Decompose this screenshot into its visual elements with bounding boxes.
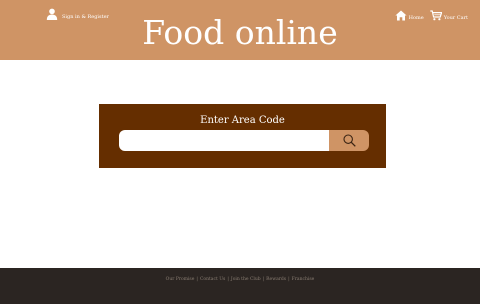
home-label: Home xyxy=(408,14,424,21)
cart-label: Your Cart xyxy=(443,14,468,21)
footer-link-our-promise[interactable]: Our Promise xyxy=(166,277,195,282)
footer-separator: | xyxy=(196,277,198,282)
cart-icon xyxy=(430,10,442,21)
footer-link-contact-us[interactable]: Contact Us xyxy=(200,277,225,282)
footer-link-join-the-club[interactable]: Join the Club xyxy=(231,277,261,282)
site-header: Sign in & Register Food online Home Your… xyxy=(0,0,480,60)
footer-separator: | xyxy=(227,277,229,282)
footer-link-franchise[interactable]: Franchise xyxy=(292,277,315,282)
area-code-heading: Enter Area Code xyxy=(200,115,285,126)
site-footer: Our Promise | Contact Us | Join the Club | Rew… xyxy=(0,268,480,304)
cart-link[interactable]: Your Cart xyxy=(430,10,468,21)
magnifier-icon xyxy=(342,134,356,147)
footer-separator: | xyxy=(262,277,265,282)
header-nav: Home Your Cart xyxy=(389,10,468,21)
home-link[interactable]: Home xyxy=(395,10,424,21)
area-code-search-panel: Enter Area Code xyxy=(99,104,386,168)
area-code-input[interactable] xyxy=(119,130,331,151)
footer-separator: | xyxy=(288,277,290,282)
search-button[interactable] xyxy=(329,130,369,151)
footer-links: Our Promise | Contact Us | Join the Club | Rew… xyxy=(0,277,480,283)
footer-link-rewards[interactable]: Rewards xyxy=(266,277,286,282)
home-icon xyxy=(395,10,407,21)
